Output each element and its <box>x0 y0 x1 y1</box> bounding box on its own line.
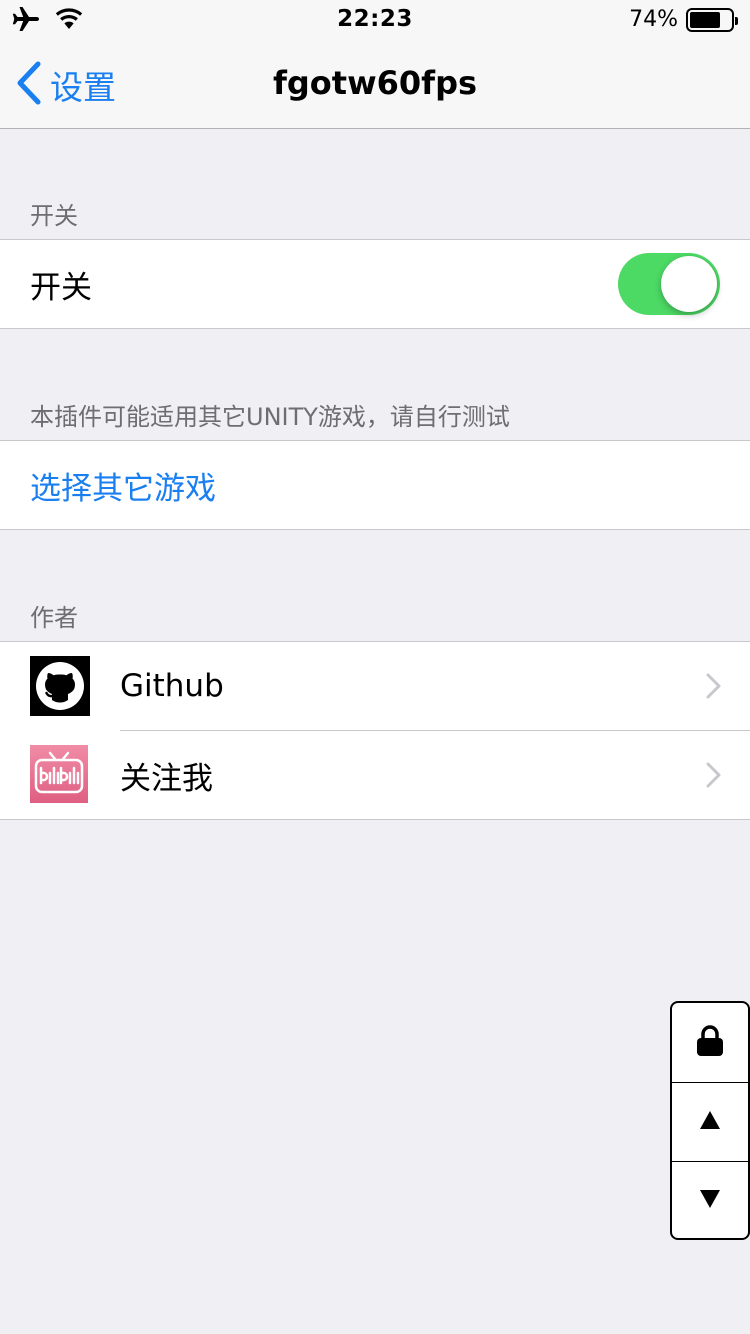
status-right: 74% <box>629 7 738 32</box>
arrow-up-icon <box>699 1110 721 1134</box>
follow-me-label: 关注我 <box>120 760 213 797</box>
lock-button[interactable] <box>672 1003 748 1082</box>
enable-toggle[interactable] <box>618 253 720 315</box>
section-header-games: 本插件可能适用其它UNITY游戏，请自行测试 <box>30 403 510 431</box>
select-games-cell[interactable]: 选择其它游戏 <box>0 441 750 529</box>
page-title: fgotw60fps <box>272 64 478 102</box>
section-header-switch: 开关 <box>30 202 78 230</box>
chevron-right-icon <box>706 762 722 792</box>
follow-me-cell[interactable]: 关注我 <box>0 731 750 819</box>
switch-group: 开关 <box>0 239 750 329</box>
floating-control-panel <box>670 1001 750 1240</box>
chevron-right-icon <box>706 673 722 703</box>
author-group: Github 关注我 <box>0 641 750 820</box>
battery-fill <box>690 11 720 28</box>
lock-icon <box>696 1024 724 1061</box>
toggle-knob <box>661 256 717 312</box>
navigation-bar: 设置 fgotw60fps <box>0 40 750 129</box>
switch-label: 开关 <box>30 269 92 306</box>
games-group: 选择其它游戏 <box>0 440 750 530</box>
bilibili-icon <box>30 745 90 805</box>
github-icon <box>30 656 90 716</box>
scroll-down-button[interactable] <box>672 1161 748 1238</box>
switch-cell: 开关 <box>0 240 750 328</box>
scroll-up-button[interactable] <box>672 1082 748 1161</box>
screen: 22:23 74% 设置 fgotw60fps 开关 开关 本插件可能适用其它U… <box>0 0 750 1334</box>
github-cell[interactable]: Github <box>0 642 750 731</box>
select-other-games-link[interactable]: 选择其它游戏 <box>30 463 216 508</box>
section-header-author: 作者 <box>30 604 78 632</box>
battery-tip <box>735 16 738 25</box>
status-bar: 22:23 74% <box>0 0 750 40</box>
github-label: Github <box>120 668 224 704</box>
battery-icon <box>686 7 738 32</box>
arrow-down-icon <box>699 1189 721 1213</box>
battery-percent: 74% <box>629 7 678 32</box>
